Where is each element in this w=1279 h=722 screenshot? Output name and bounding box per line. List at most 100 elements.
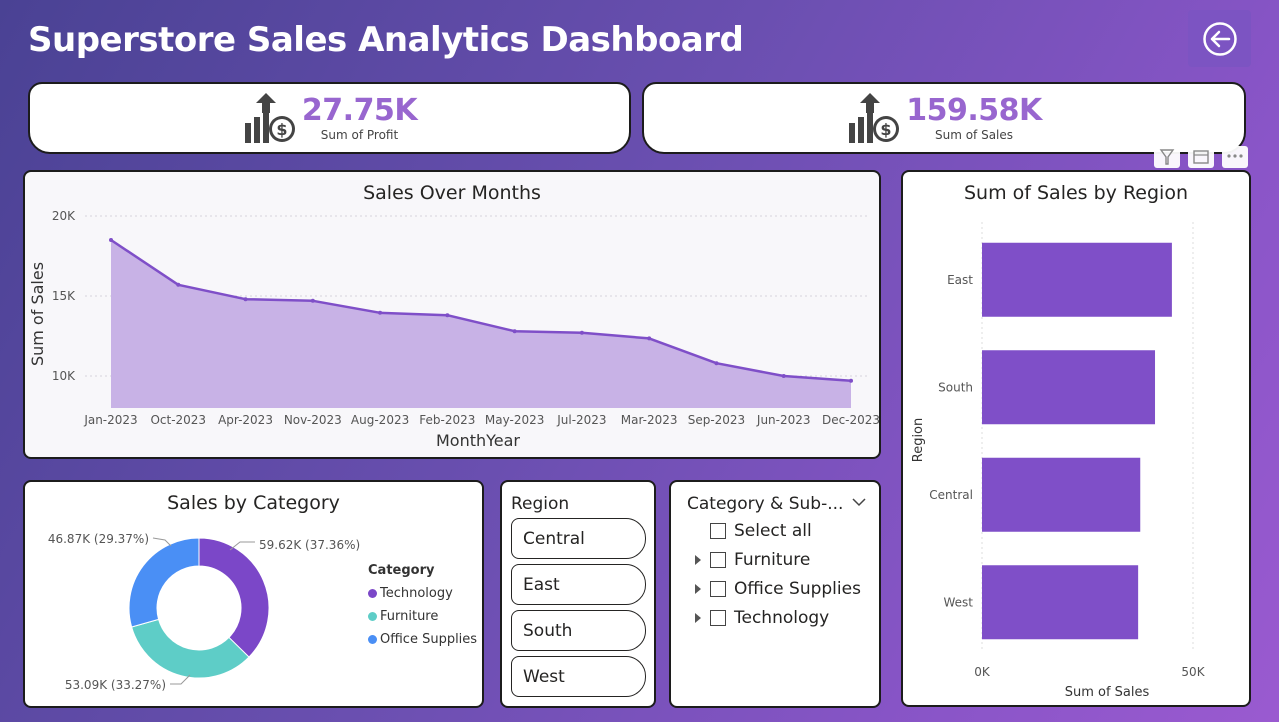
y-axis-label: Region bbox=[911, 418, 926, 463]
kpi-label-profit: Sum of Profit bbox=[320, 127, 399, 142]
data-label: 59.62K (37.36%) bbox=[259, 538, 360, 552]
legend-item-furniture[interactable]: Furniture bbox=[368, 609, 477, 624]
x-tick-label: Sep-2023 bbox=[688, 413, 746, 427]
x-tick-label: Nov-2023 bbox=[284, 413, 342, 427]
expand-caret-icon[interactable] bbox=[693, 612, 703, 624]
region-slicer: Region Central East South West bbox=[500, 480, 656, 708]
x-tick-label: 0K bbox=[974, 665, 991, 679]
expand-caret-icon[interactable] bbox=[693, 583, 703, 595]
svg-text:$: $ bbox=[881, 120, 892, 139]
category-option-office-supplies[interactable]: Office Supplies bbox=[693, 579, 861, 599]
data-point[interactable] bbox=[781, 374, 786, 378]
svg-text:$: $ bbox=[276, 120, 287, 139]
checkbox[interactable] bbox=[710, 581, 726, 597]
revenue-growth-icon: $ bbox=[244, 93, 295, 143]
bar-central[interactable] bbox=[982, 457, 1141, 532]
option-label: Technology bbox=[734, 608, 830, 628]
sales-over-months-card[interactable]: Sales Over Months 10K 15K 20K Jan-2023 Oct-2… bbox=[23, 170, 881, 459]
option-label: Select all bbox=[734, 521, 812, 541]
region-option-west[interactable]: West bbox=[511, 656, 646, 697]
data-label: 46.87K (29.37%) bbox=[48, 532, 149, 546]
legend-label: Furniture bbox=[380, 609, 439, 624]
x-tick-label: Dec-2023 bbox=[822, 413, 879, 427]
y-tick-label: 10K bbox=[52, 369, 76, 383]
bar-south[interactable] bbox=[982, 350, 1156, 425]
data-label: 53.09K (33.27%) bbox=[65, 678, 166, 692]
x-tick-label: Feb-2023 bbox=[419, 413, 475, 427]
legend-dot bbox=[368, 589, 377, 598]
legend-dot bbox=[368, 612, 377, 621]
option-label: Furniture bbox=[734, 550, 811, 570]
data-point[interactable] bbox=[647, 336, 652, 341]
category-legend: Category Technology Furniture Office Sup… bbox=[368, 563, 477, 647]
x-tick-label: 50K bbox=[1181, 665, 1205, 679]
data-point[interactable] bbox=[109, 238, 113, 242]
data-point[interactable] bbox=[243, 297, 248, 302]
back-arrow-icon bbox=[1202, 21, 1237, 56]
region-option-east[interactable]: East bbox=[511, 564, 646, 605]
option-label: Office Supplies bbox=[734, 579, 861, 599]
x-axis-label: Sum of Sales bbox=[1065, 685, 1150, 700]
data-point[interactable] bbox=[310, 298, 315, 303]
y-tick-label: 20K bbox=[52, 209, 76, 223]
x-tick-label: Mar-2023 bbox=[621, 413, 678, 427]
checkbox[interactable] bbox=[710, 610, 726, 626]
back-button[interactable] bbox=[1188, 10, 1251, 67]
y-axis-label: Sum of Sales bbox=[28, 262, 47, 366]
expand-caret-icon[interactable] bbox=[693, 554, 703, 566]
checkbox[interactable] bbox=[710, 523, 726, 539]
category-slicer: Category & Sub-... Select all Furniture … bbox=[669, 480, 881, 708]
sales-by-region-chart[interactable]: 0K 50K East South Central West Sum of Sales Reg… bbox=[903, 172, 1249, 705]
x-tick-label: Aug-2023 bbox=[351, 413, 409, 427]
y-tick-label: Central bbox=[929, 488, 973, 502]
y-tick-label: 15K bbox=[52, 289, 76, 303]
data-point[interactable] bbox=[176, 282, 181, 287]
x-tick-label: May-2023 bbox=[485, 413, 544, 427]
legend-title: Category bbox=[368, 563, 435, 578]
category-option-furniture[interactable]: Furniture bbox=[693, 550, 810, 570]
filter-icon[interactable] bbox=[1154, 146, 1180, 168]
slice-technology[interactable] bbox=[198, 537, 270, 658]
sales-by-category-chart[interactable]: 59.62K (37.36%) 53.09K (33.27%) 46.87K (29… bbox=[25, 482, 365, 706]
data-point[interactable] bbox=[378, 310, 383, 315]
more-options-icon[interactable] bbox=[1222, 146, 1248, 168]
kpi-value-sales: 159.58K bbox=[906, 92, 1042, 128]
focus-mode-icon[interactable] bbox=[1188, 146, 1214, 168]
x-tick-label: Jul-2023 bbox=[556, 413, 606, 427]
kpi-card-sales: $ 159.58K Sum of Sales bbox=[642, 82, 1246, 154]
legend-item-technology[interactable]: Technology bbox=[368, 586, 477, 601]
y-tick-label: East bbox=[947, 273, 973, 287]
region-slicer-title: Region bbox=[511, 494, 570, 514]
category-option-technology[interactable]: Technology bbox=[693, 608, 829, 628]
kpi-value-profit: 27.75K bbox=[301, 92, 418, 128]
sales-over-months-chart[interactable]: 10K 15K 20K Jan-2023 Oct-2023 Apr-2023 Nov-202… bbox=[25, 172, 879, 457]
revenue-growth-icon: $ bbox=[849, 93, 900, 143]
x-tick-label: Jun-2023 bbox=[756, 413, 811, 427]
sales-by-region-card[interactable]: Sum of Sales by Region 0K 50K East South Cen… bbox=[901, 170, 1251, 707]
dashboard-title: Superstore Sales Analytics Dashboard bbox=[28, 20, 744, 60]
region-option-south[interactable]: South bbox=[511, 610, 646, 651]
visual-header-toolbar bbox=[1154, 146, 1248, 168]
bar-east[interactable] bbox=[982, 242, 1172, 317]
data-point[interactable] bbox=[579, 330, 584, 335]
checkbox[interactable] bbox=[710, 552, 726, 568]
sales-by-category-card[interactable]: Sales by Category 59.62K (37.36%) 53.09K … bbox=[23, 480, 484, 708]
data-point[interactable] bbox=[512, 329, 517, 334]
kpi-label-sales: Sum of Sales bbox=[934, 127, 1014, 142]
x-axis-label: MonthYear bbox=[436, 431, 520, 450]
slice-furniture[interactable] bbox=[131, 618, 250, 679]
y-tick-label: West bbox=[943, 595, 973, 609]
chevron-down-icon[interactable] bbox=[851, 494, 867, 510]
region-option-central[interactable]: Central bbox=[511, 518, 646, 559]
legend-label: Technology bbox=[380, 586, 453, 601]
slice-office-supplies[interactable] bbox=[128, 537, 200, 628]
legend-item-office-supplies[interactable]: Office Supplies bbox=[368, 632, 477, 647]
data-point[interactable] bbox=[849, 378, 853, 383]
data-point[interactable] bbox=[445, 313, 450, 318]
data-point[interactable] bbox=[714, 361, 719, 366]
legend-label: Office Supplies bbox=[380, 632, 478, 647]
bar-west[interactable] bbox=[982, 565, 1139, 640]
select-all-option[interactable]: Select all bbox=[710, 521, 812, 541]
kpi-card-profit: $ 27.75K Sum of Profit bbox=[28, 82, 631, 154]
x-tick-label: Apr-2023 bbox=[218, 413, 273, 427]
